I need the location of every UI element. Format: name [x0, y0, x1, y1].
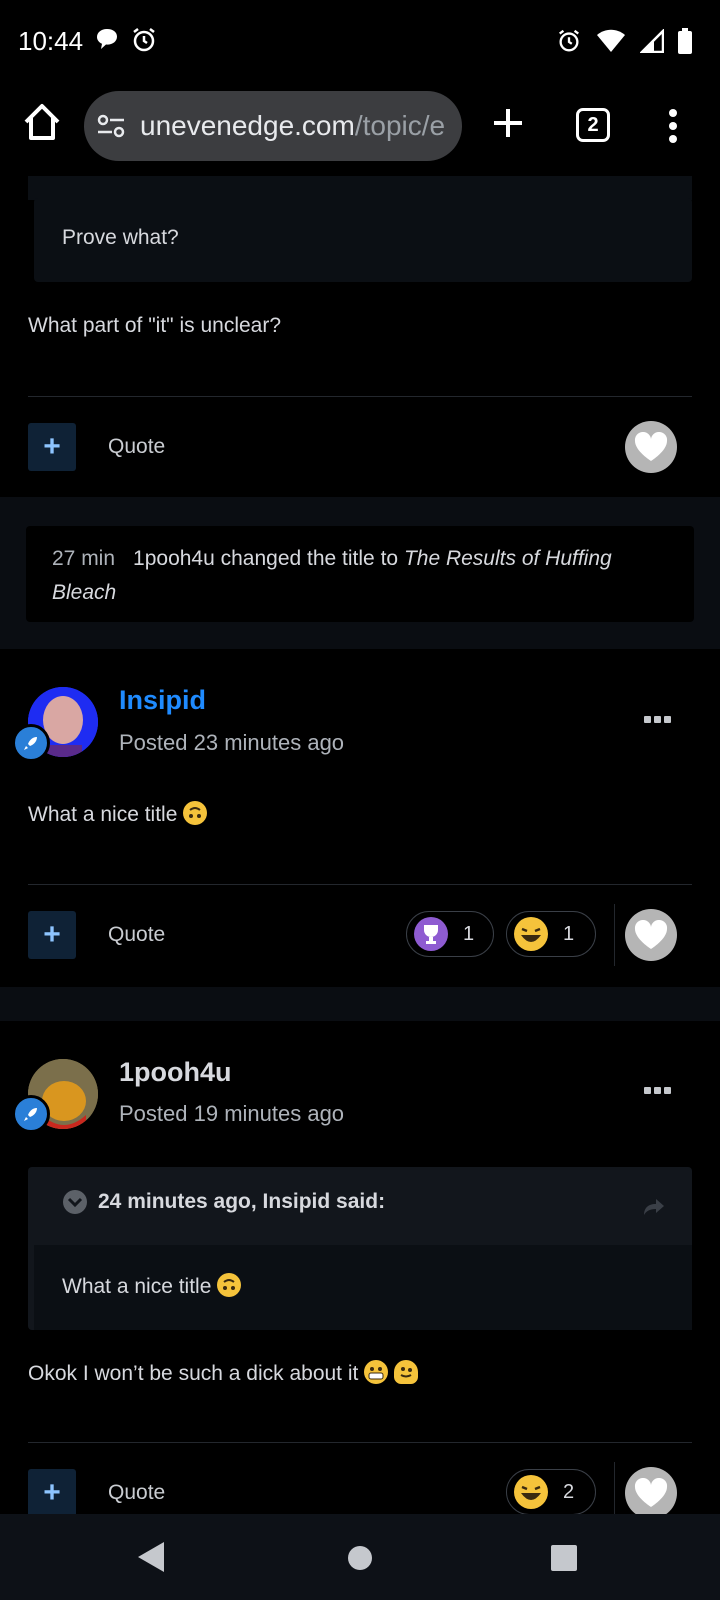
home-circle-icon — [348, 1546, 372, 1570]
heart-icon — [634, 920, 668, 949]
more-vert-icon — [669, 109, 677, 143]
alarm-icon — [133, 28, 155, 52]
separator-band — [0, 987, 720, 1021]
upside-down-face-icon — [217, 1273, 242, 1297]
rank-badge — [12, 1095, 50, 1133]
melting-face-icon — [394, 1360, 419, 1384]
divider — [28, 884, 692, 885]
recents-button[interactable] — [551, 1545, 577, 1576]
post-text-content: Okok I won’t be such a dick about it — [28, 1362, 359, 1385]
laughing-emoji-icon — [514, 1475, 548, 1509]
quote-body: What a nice title — [34, 1245, 692, 1330]
url-text: unevenedge.com/topic/e — [140, 110, 445, 142]
battery-icon — [678, 28, 692, 54]
trophy-icon — [414, 917, 448, 951]
post-text-content: What a nice title — [28, 803, 178, 826]
reaction-trophy[interactable]: 1 — [406, 911, 494, 957]
multiquote-button[interactable]: + — [28, 911, 76, 959]
quote-text: What a nice title — [62, 1273, 242, 1299]
quote-citation: 24 minutes ago, Insipid said: — [98, 1190, 386, 1213]
quote-button[interactable]: Quote — [108, 1481, 165, 1505]
url-domain: unevenedge.com — [140, 110, 355, 141]
url-bar[interactable]: unevenedge.com/topic/e — [84, 91, 462, 161]
event-description: 1pooh4u changed the title to — [133, 547, 399, 570]
reaction-divider — [614, 1462, 615, 1514]
post-card-top-edge — [28, 176, 692, 200]
status-time: 10:44 — [18, 26, 84, 56]
home-button[interactable] — [20, 100, 64, 144]
quote-block: Prove what? — [34, 198, 692, 282]
tab-switcher-button[interactable]: 2 — [576, 108, 610, 142]
signal-icon — [640, 29, 664, 53]
rank-badge — [12, 724, 50, 762]
status-left-icons — [94, 26, 158, 54]
author-name[interactable]: 1pooh4u — [119, 1057, 232, 1088]
browser-menu-button[interactable] — [668, 108, 678, 144]
post-text: What part of "it" is unclear? — [28, 314, 282, 337]
post-date: Posted 19 minutes ago — [119, 1101, 345, 1126]
event-text: 27 min 1pooh4u changed the title to The R… — [52, 542, 672, 610]
upside-down-face-icon — [183, 801, 208, 825]
grimacing-face-icon — [364, 1360, 389, 1384]
quote-text-content: What a nice title — [62, 1275, 212, 1298]
status-right-icons — [556, 28, 692, 54]
like-button[interactable] — [625, 909, 677, 961]
heart-icon — [634, 1478, 668, 1507]
reaction-count: 1 — [563, 922, 575, 945]
reaction-haha[interactable]: 1 — [506, 911, 596, 957]
post-text: Okok I won’t be such a dick about it — [28, 1360, 419, 1386]
back-button[interactable] — [136, 1540, 166, 1579]
plus-icon — [494, 109, 522, 137]
title-change-event: 27 min 1pooh4u changed the title to The R… — [26, 526, 694, 622]
chat-bubble-icon — [97, 29, 117, 49]
post-text: What a nice title — [28, 801, 208, 827]
home-nav-button[interactable] — [346, 1544, 374, 1577]
home-icon — [24, 104, 60, 140]
share-arrow-icon[interactable] — [642, 1197, 666, 1217]
laughing-emoji-icon — [514, 917, 548, 951]
recents-square-icon — [551, 1545, 577, 1571]
heart-icon — [634, 432, 668, 461]
reaction-count: 2 — [563, 1480, 575, 1503]
quote-block: 24 minutes ago, Insipid said: What a nic… — [28, 1167, 692, 1330]
url-path: /topic/e — [354, 110, 446, 141]
post-date: Posted 23 minutes ago — [119, 730, 345, 755]
like-button[interactable] — [625, 421, 677, 473]
divider — [28, 1442, 692, 1443]
quote-header[interactable]: 24 minutes ago, Insipid said: — [62, 1189, 385, 1215]
post-options-button[interactable] — [644, 1087, 672, 1095]
multiquote-button[interactable]: + — [28, 423, 76, 471]
rocket-icon — [24, 1108, 37, 1121]
wifi-icon — [597, 29, 625, 52]
like-button[interactable] — [625, 1467, 677, 1519]
author-name[interactable]: Insipid — [119, 685, 206, 716]
alarm-icon — [559, 29, 579, 52]
rocket-icon — [24, 737, 37, 750]
reaction-haha[interactable]: 2 — [506, 1469, 596, 1515]
site-settings-icon[interactable] — [96, 111, 126, 141]
divider — [28, 396, 692, 397]
reaction-count: 1 — [463, 922, 475, 945]
multiquote-button[interactable]: + — [28, 1469, 76, 1517]
quote-button[interactable]: Quote — [108, 435, 165, 459]
quote-text: Prove what? — [62, 226, 179, 249]
post-options-button[interactable] — [644, 716, 672, 724]
reaction-divider — [614, 904, 615, 966]
chevron-down-icon[interactable] — [62, 1189, 88, 1215]
back-triangle-icon — [138, 1542, 164, 1572]
new-tab-button[interactable] — [490, 105, 526, 141]
event-time: 27 min — [52, 547, 116, 570]
quote-button[interactable]: Quote — [108, 923, 165, 947]
